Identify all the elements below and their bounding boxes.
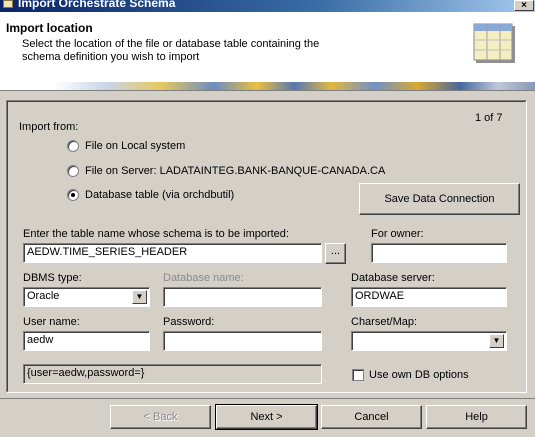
radio-server-file[interactable]	[67, 165, 79, 177]
title-bar: Import Orchestrate Schema	[0, 0, 535, 12]
back-button[interactable]: < Back	[110, 405, 211, 429]
page-counter: 1 of 7	[475, 112, 503, 124]
next-button[interactable]: Next >	[215, 404, 318, 430]
header-stripe	[0, 82, 535, 90]
page-description: Select the location of the file or datab…	[22, 38, 320, 63]
radio-local-file[interactable]	[67, 140, 79, 152]
charset-map-select[interactable]: ▼	[351, 331, 507, 351]
app-icon	[3, 0, 13, 8]
database-name-label: Database name:	[163, 272, 244, 284]
radio-database-table-label[interactable]: Database table (via orchdbutil)	[85, 189, 234, 201]
radio-database-table[interactable]	[67, 189, 79, 201]
database-server-label: Database server:	[351, 272, 435, 284]
import-from-label: Import from:	[19, 121, 79, 133]
header-divider	[0, 90, 535, 91]
password-label: Password:	[163, 316, 215, 328]
chevron-down-icon[interactable]: ▼	[489, 334, 504, 348]
own-db-options-checkbox[interactable]	[352, 369, 364, 381]
owner-input[interactable]	[371, 243, 507, 263]
dbms-type-select[interactable]: Oracle ▼	[23, 287, 150, 307]
password-input[interactable]	[163, 331, 322, 351]
cancel-button[interactable]: Cancel	[321, 405, 422, 429]
owner-label: For owner:	[371, 228, 424, 240]
save-data-connection-button[interactable]: Save Data Connection	[359, 183, 520, 215]
window-title: Import Orchestrate Schema	[18, 0, 176, 10]
page-title: Import location	[6, 21, 93, 35]
wizard-header: Import location Select the location of t…	[0, 12, 535, 82]
table-name-label: Enter the table name whose schema is to …	[23, 228, 289, 240]
chevron-down-icon[interactable]: ▼	[132, 290, 147, 304]
own-db-options-label[interactable]: Use own DB options	[369, 369, 469, 381]
help-button[interactable]: Help	[426, 405, 527, 429]
database-server-input[interactable]: ORDWAE	[351, 287, 507, 307]
database-name-input[interactable]	[163, 287, 322, 307]
radio-server-file-label[interactable]: File on Server: LADATAINTEG.BANK-BANQUE-…	[85, 165, 385, 177]
browse-table-button[interactable]: ...	[325, 243, 346, 264]
schema-table-icon	[473, 23, 515, 63]
close-button[interactable]: ×	[514, 0, 534, 11]
table-name-input[interactable]: AEDW.TIME_SERIES_HEADER	[23, 243, 322, 263]
footer-divider	[0, 398, 535, 399]
dbms-type-value: Oracle	[27, 290, 60, 302]
radio-local-file-label[interactable]: File on Local system	[85, 140, 185, 152]
user-name-label: User name:	[23, 316, 80, 328]
dbms-type-label: DBMS type:	[23, 272, 82, 284]
connection-string-display: {user=aedw,password=}	[23, 364, 322, 384]
user-name-input[interactable]: aedw	[23, 331, 150, 351]
charset-map-label: Charset/Map:	[351, 316, 418, 328]
